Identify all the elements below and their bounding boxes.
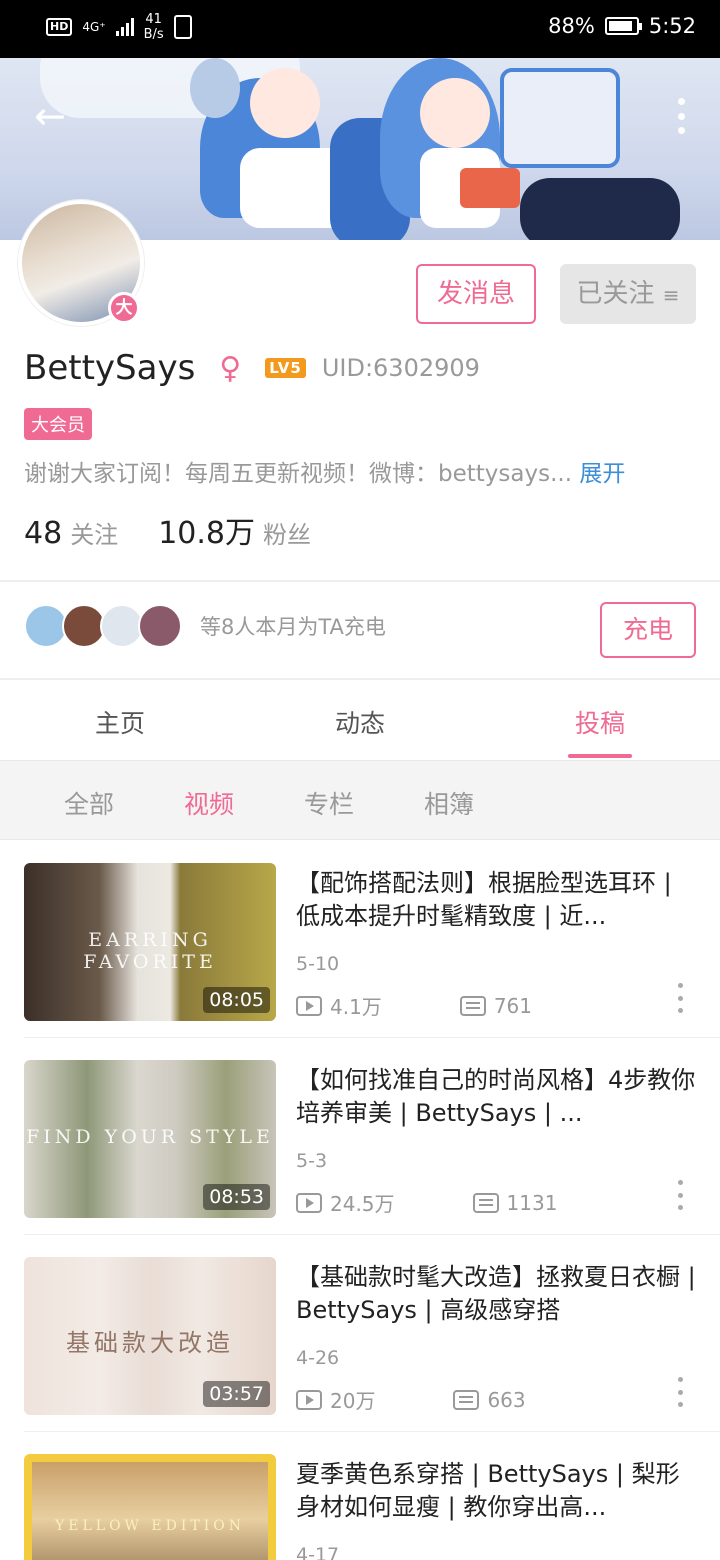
video-duration: 03:57 bbox=[203, 1381, 270, 1407]
danmaku-count: 761 bbox=[493, 993, 532, 1018]
view-count: 20万 bbox=[330, 1389, 376, 1413]
video-more-icon[interactable] bbox=[676, 983, 684, 1013]
video-item[interactable]: EARRING FAVORITE 08:05 【配饰搭配法则】根据脸型选耳环 |… bbox=[0, 841, 720, 1038]
video-thumbnail[interactable]: YELLOW EDITION bbox=[24, 1454, 276, 1560]
video-title[interactable]: 【基础款时髦大改造】拯救夏日衣橱 | BettySays | 高级感穿搭 bbox=[296, 1261, 696, 1327]
battery-percent: 88% bbox=[548, 14, 595, 38]
level-badge: LV5 bbox=[265, 358, 306, 378]
video-duration: 08:05 bbox=[203, 987, 270, 1013]
video-title[interactable]: 【如何找准自己的时尚风格】4步教你培养审美 | BettySays | ... bbox=[296, 1064, 696, 1130]
video-title[interactable]: 夏季黄色系穿搭 | BettySays | 梨形身材如何显瘦 | 教你穿出高..… bbox=[296, 1458, 696, 1524]
tab-home[interactable]: 主页 bbox=[60, 704, 180, 740]
video-thumbnail[interactable]: EARRING FAVORITE 08:05 bbox=[24, 863, 276, 1021]
view-count: 24.5万 bbox=[330, 1192, 395, 1216]
clock: 5:52 bbox=[648, 14, 696, 38]
user-uid: UID:6302909 bbox=[321, 354, 480, 382]
video-duration: 08:53 bbox=[203, 1184, 270, 1210]
video-stats: 24.5万 1131 bbox=[296, 1188, 557, 1217]
danmaku-icon bbox=[453, 1389, 480, 1410]
username: BettySays bbox=[24, 348, 196, 388]
danmaku-icon bbox=[459, 995, 486, 1016]
back-arrow-icon[interactable]: ← bbox=[34, 94, 78, 138]
video-thumbnail[interactable]: 基础款大改造 03:57 bbox=[24, 1257, 276, 1415]
danmaku-count: 1131 bbox=[506, 1190, 558, 1215]
divider bbox=[0, 580, 720, 582]
thumbnail-caption: YELLOW EDITION bbox=[55, 1518, 245, 1534]
video-date: 4-26 bbox=[296, 1347, 340, 1369]
menu-lines-icon: ≡ bbox=[662, 283, 680, 307]
charge-supporters[interactable]: 等8人本月为TA充电 bbox=[24, 604, 386, 648]
view-count: 4.1万 bbox=[330, 995, 382, 1019]
more-options-icon[interactable] bbox=[676, 98, 686, 134]
video-thumbnail[interactable]: FIND YOUR STYLE 08:53 bbox=[24, 1060, 276, 1218]
big-vip-badge: 大 bbox=[108, 292, 140, 324]
danmaku-icon bbox=[472, 1192, 499, 1213]
fans-label[interactable]: 粉丝 bbox=[263, 515, 311, 550]
net-speed: 41 B/s bbox=[143, 12, 164, 42]
followed-button[interactable]: 已关注 ≡ bbox=[560, 264, 696, 324]
thumbnail-caption: EARRING FAVORITE bbox=[83, 929, 217, 973]
bio-text: 谢谢大家订阅！每周五更新视频！微博：bettysays... bbox=[24, 461, 573, 487]
video-item[interactable]: 基础款大改造 03:57 【基础款时髦大改造】拯救夏日衣橱 | BettySay… bbox=[0, 1235, 720, 1432]
tab-dynamics[interactable]: 动态 bbox=[300, 704, 420, 740]
divider bbox=[0, 678, 720, 680]
video-date: 4-17 bbox=[296, 1544, 340, 1560]
subtab-all[interactable]: 全部 bbox=[64, 785, 114, 821]
subtab-album[interactable]: 相簿 bbox=[424, 785, 474, 821]
danmaku-count: 663 bbox=[487, 1387, 526, 1412]
female-icon: ♀ bbox=[219, 350, 242, 386]
video-more-icon[interactable] bbox=[676, 1377, 684, 1407]
bio: 谢谢大家订阅！每周五更新视频！微博：bettysays... 展开 bbox=[24, 454, 696, 488]
hd-icon: HD bbox=[46, 18, 73, 36]
bio-expand-link[interactable]: 展开 bbox=[579, 461, 625, 487]
charge-text: 等8人本月为TA充电 bbox=[200, 615, 386, 639]
send-message-button[interactable]: 发消息 bbox=[416, 264, 536, 324]
video-stats: 4.1万 761 bbox=[296, 991, 532, 1020]
network-type: 4G⁺ bbox=[82, 20, 106, 34]
supporter-avatar bbox=[138, 604, 182, 648]
video-date: 5-3 bbox=[296, 1150, 328, 1172]
follow-stats: 48 关注 10.8万 粉丝 bbox=[24, 508, 311, 552]
play-count-icon bbox=[296, 1192, 322, 1213]
tab-uploads[interactable]: 投稿 bbox=[540, 704, 660, 740]
subtab-column[interactable]: 专栏 bbox=[304, 785, 354, 821]
video-item[interactable]: YELLOW EDITION 夏季黄色系穿搭 | BettySays | 梨形身… bbox=[0, 1432, 720, 1560]
upload-subtabs: 全部 视频 专栏 相簿 bbox=[0, 760, 720, 840]
profile-tabs: 主页 动态 投稿 bbox=[0, 682, 720, 760]
vibrate-icon bbox=[173, 15, 192, 39]
video-more-icon[interactable] bbox=[676, 1180, 684, 1210]
thumbnail-caption: 基础款大改造 bbox=[66, 1329, 234, 1357]
battery-icon bbox=[604, 17, 642, 35]
following-count[interactable]: 48 bbox=[24, 516, 62, 551]
status-bar: HD 4G⁺ 41 B/s 88% 5:52 bbox=[0, 0, 720, 58]
signal-icon bbox=[115, 18, 134, 36]
following-label[interactable]: 关注 bbox=[70, 515, 118, 550]
charge-button[interactable]: 充电 bbox=[600, 602, 696, 658]
thumbnail-caption: FIND YOUR STYLE bbox=[26, 1126, 274, 1148]
video-title[interactable]: 【配饰搭配法则】根据脸型选耳环 | 低成本提升时髦精致度 | 近... bbox=[296, 867, 696, 933]
video-item[interactable]: FIND YOUR STYLE 08:53 【如何找准自己的时尚风格】4步教你培… bbox=[0, 1038, 720, 1235]
profile-name-row: BettySays ♀ LV5 UID:6302909 bbox=[24, 348, 480, 388]
play-count-icon bbox=[296, 995, 322, 1016]
play-count-icon bbox=[296, 1389, 322, 1410]
vip-tag: 大会员 bbox=[24, 408, 92, 440]
fans-count[interactable]: 10.8万 bbox=[158, 508, 255, 552]
subtab-video[interactable]: 视频 bbox=[184, 785, 234, 821]
video-stats: 20万 663 bbox=[296, 1385, 526, 1414]
active-tab-indicator bbox=[568, 754, 632, 758]
video-date: 5-10 bbox=[296, 953, 340, 975]
